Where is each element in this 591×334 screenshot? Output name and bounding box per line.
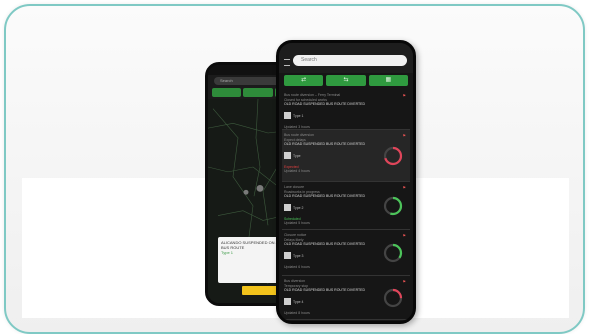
item-tag: Type 3 xyxy=(293,253,304,258)
item-tag: Type 1 xyxy=(293,113,304,118)
item-tag: Type 4 xyxy=(293,299,304,304)
list-item[interactable]: Lane closure Roadworks in progress OLD ROA… xyxy=(282,182,410,230)
item-meta: Updated 6 hours xyxy=(284,264,310,269)
flag-icon[interactable]: ⚑ xyxy=(402,233,406,238)
vehicle-icon xyxy=(284,251,291,259)
progress-gauge xyxy=(383,146,403,165)
map-tab-1[interactable] xyxy=(212,88,242,97)
flag-icon[interactable]: ⚑ xyxy=(402,93,406,98)
tab-bar: ⇄ ⇆ ▦ xyxy=(279,73,413,88)
item-meta: Updated 3 hours xyxy=(284,124,310,129)
progress-gauge xyxy=(383,243,403,262)
map-marker xyxy=(243,189,249,195)
map-tab-2[interactable] xyxy=(243,88,273,97)
flag-icon[interactable]: ⚑ xyxy=(402,279,406,284)
item-tag: Type 2 xyxy=(293,205,304,210)
list-item[interactable]: Bus route diversion Expect delays OLD ROAD… xyxy=(282,130,410,182)
item-meta: Updated 5 hours xyxy=(284,221,310,225)
list-item[interactable]: Bus diversion Temporary stop OLD ROAD SUSP… xyxy=(282,276,410,320)
progress-gauge xyxy=(383,288,403,307)
flag-icon[interactable]: ⚑ xyxy=(402,133,406,138)
vehicle-icon xyxy=(284,111,291,119)
tab-grid[interactable]: ▦ xyxy=(368,75,408,86)
list-item[interactable]: Closure notice Delays likely OLD ROAD SUSP… xyxy=(282,230,410,276)
flag-icon[interactable]: ⚑ xyxy=(402,185,406,190)
item-meta: Updated 4 hours xyxy=(284,169,310,173)
menu-icon[interactable] xyxy=(284,59,290,66)
road-line xyxy=(253,99,261,197)
vehicle-icon xyxy=(284,203,291,211)
item-tag: Type xyxy=(293,153,301,158)
vehicle-icon xyxy=(284,151,291,159)
incident-list: Bus route diversion – Ferry Terminal Clos… xyxy=(279,88,413,321)
phone-list-view: Search ⇄ ⇆ ▦ Bus route diversion – Ferry… xyxy=(276,40,416,324)
vehicle-icon xyxy=(284,297,291,305)
search-input[interactable]: Search xyxy=(293,55,407,66)
list-item[interactable]: Bus route diversion – Ferry Terminal Clos… xyxy=(282,90,410,130)
map-marker xyxy=(256,184,264,192)
item-tag-row: Type 1 xyxy=(284,107,408,125)
item-meta: Updated 8 hours xyxy=(284,310,310,315)
tab-list[interactable]: ⇆ xyxy=(326,75,366,86)
app-header: Search xyxy=(279,43,413,73)
tab-map[interactable]: ⇄ xyxy=(284,75,324,86)
progress-gauge xyxy=(383,196,403,215)
